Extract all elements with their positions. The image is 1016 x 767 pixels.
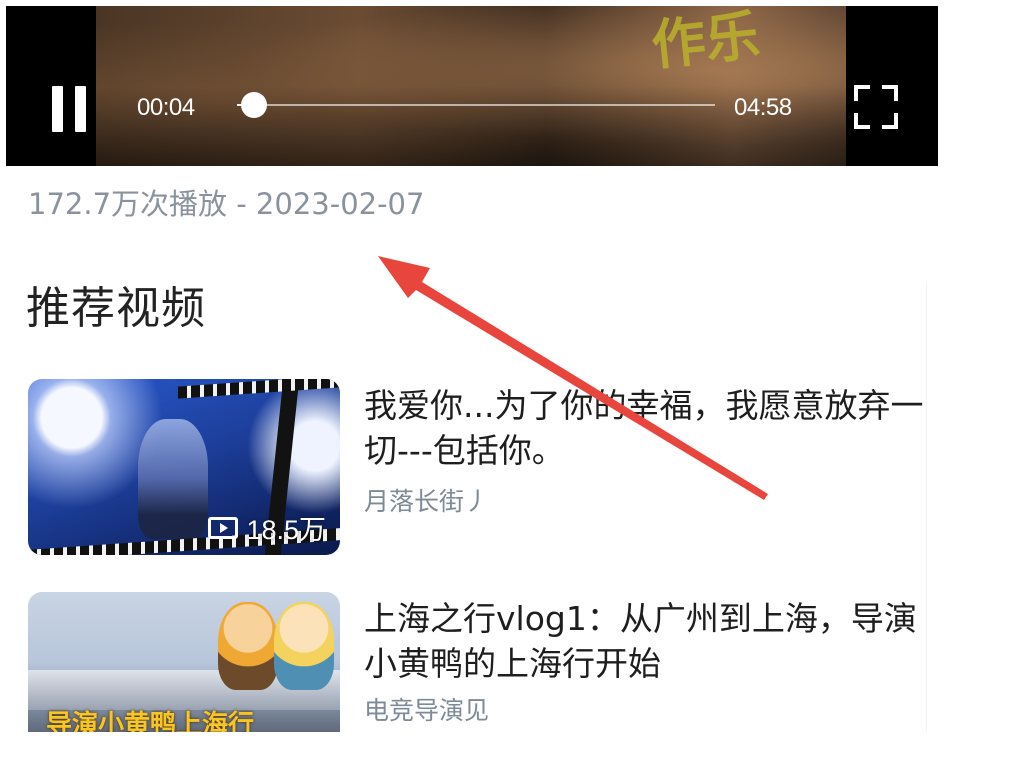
fullscreen-button[interactable] bbox=[854, 85, 898, 129]
video-thumbnail[interactable]: 18.5万 bbox=[28, 379, 340, 555]
video-author[interactable]: 月落长街丿 bbox=[364, 482, 489, 518]
pause-button[interactable] bbox=[50, 86, 88, 132]
video-author[interactable]: 电竞导演见 bbox=[364, 691, 489, 727]
video-player[interactable]: 作乐 00:04 04:58 bbox=[6, 6, 938, 166]
current-time: 00:04 bbox=[137, 94, 195, 121]
video-view-count-date: 172.7万次播放 - 2023-02-07 bbox=[28, 187, 425, 221]
fullscreen-icon bbox=[854, 85, 870, 101]
video-page: 作乐 00:04 04:58 172.7万次播放 - 2023-02-07 推荐… bbox=[0, 0, 1016, 767]
recommended-video-item[interactable]: 18.5万 我爱你...为了你的幸福，我愿意放弃一切---包括你。 月落长街丿 bbox=[28, 379, 928, 557]
video-overlay-text: 作乐 bbox=[648, 6, 763, 78]
divider bbox=[926, 282, 927, 732]
pause-icon bbox=[52, 86, 63, 132]
play-count-text: 18.5万 bbox=[246, 515, 326, 545]
progress-bar[interactable] bbox=[237, 92, 715, 118]
play-count-icon bbox=[208, 516, 239, 539]
video-title[interactable]: 上海之行vlog1：从广州到上海，导演小黄鸭的上海行开始 bbox=[364, 596, 924, 686]
video-title[interactable]: 我爱你...为了你的幸福，我愿意放弃一切---包括你。 bbox=[364, 383, 924, 473]
thumbnail-play-count: 18.5万 bbox=[208, 508, 326, 547]
recommended-heading: 推荐视频 bbox=[26, 283, 206, 334]
total-time: 04:58 bbox=[734, 94, 792, 121]
